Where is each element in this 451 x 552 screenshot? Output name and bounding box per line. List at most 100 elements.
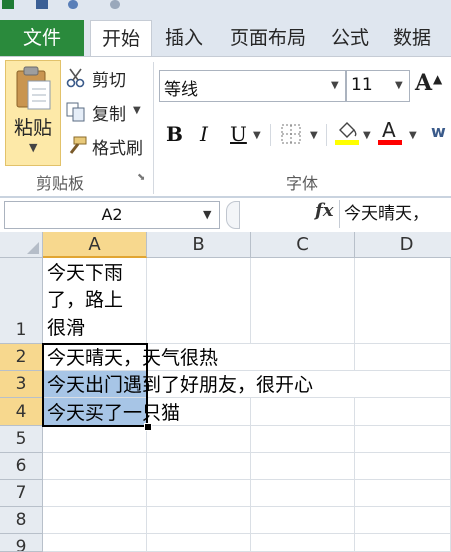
paste-button[interactable]: 粘贴 ▼	[5, 60, 61, 166]
insert-function-icon[interactable]: fx	[315, 200, 333, 221]
cell-d1[interactable]	[355, 258, 451, 344]
cell-b7[interactable]	[147, 480, 251, 507]
row-header-4[interactable]: 4	[0, 398, 43, 426]
column-header-c[interactable]: C	[251, 232, 355, 258]
copy-icon	[66, 102, 85, 122]
chevron-down-icon[interactable]: ▼	[253, 130, 261, 141]
save-icon[interactable]	[36, 0, 48, 9]
name-box-value: A2	[101, 205, 123, 224]
cell-d9[interactable]	[355, 534, 451, 552]
font-color-glyph: A	[382, 118, 396, 142]
cell-d6[interactable]	[355, 453, 451, 480]
cell-d7[interactable]	[355, 480, 451, 507]
chevron-down-icon[interactable]: ▼	[395, 80, 403, 91]
chevron-down-icon[interactable]: ▼	[310, 130, 318, 141]
row-header-9[interactable]: 9	[0, 534, 43, 552]
format-painter-button[interactable]: 格式刷	[66, 134, 148, 159]
cell-c4[interactable]	[251, 398, 355, 426]
cell-b9[interactable]	[147, 534, 251, 552]
tab-file[interactable]: 文件	[0, 20, 84, 56]
cell-b5[interactable]	[147, 426, 251, 453]
cell-d8[interactable]	[355, 507, 451, 534]
tab-page-layout[interactable]: 页面布局	[230, 20, 306, 56]
column-header-b[interactable]: B	[147, 232, 251, 258]
cell-a8[interactable]	[43, 507, 147, 534]
borders-icon[interactable]	[281, 124, 301, 144]
row-header-2[interactable]: 2	[0, 344, 43, 371]
name-box[interactable]: A2	[4, 201, 220, 229]
tab-data[interactable]: 数据	[393, 20, 431, 56]
cell-b1[interactable]	[147, 258, 251, 344]
cell-c1[interactable]	[251, 258, 355, 344]
toolbar-divider	[270, 124, 271, 146]
row-header-5[interactable]: 5	[0, 426, 43, 453]
chevron-down-icon[interactable]: ▼	[203, 208, 211, 221]
cell-d2[interactable]	[355, 344, 451, 371]
cell-a1-line-3: 很滑	[47, 317, 86, 339]
copy-label: 复制	[92, 105, 126, 125]
row-header-8[interactable]: 8	[0, 507, 43, 534]
format-painter-icon	[69, 136, 87, 154]
underline-button[interactable]: U	[230, 122, 247, 146]
italic-button[interactable]: I	[200, 122, 208, 146]
cell-c7[interactable]	[251, 480, 355, 507]
cell-c2[interactable]	[251, 344, 355, 371]
chevron-down-icon: ▼	[29, 141, 38, 154]
formula-divider	[339, 200, 340, 228]
select-all-triangle-icon	[27, 242, 39, 254]
group-divider	[153, 62, 154, 194]
selection-border	[42, 343, 148, 427]
cell-a1-line-2: 了，路上	[47, 289, 124, 311]
row-header-7[interactable]: 7	[0, 480, 43, 507]
font-size-combo[interactable]: 11 ▼	[346, 70, 410, 102]
tab-home[interactable]: 开始	[90, 20, 152, 58]
fill-handle[interactable]	[144, 423, 152, 431]
cell-a5[interactable]	[43, 426, 147, 453]
font-group-label: 字体	[286, 174, 319, 193]
cell-c5[interactable]	[251, 426, 355, 453]
caret-up-icon: ▲	[433, 72, 443, 86]
cell-d5[interactable]	[355, 426, 451, 453]
chevron-down-icon[interactable]: ▼	[409, 130, 417, 141]
clipboard-icon	[16, 66, 51, 110]
chevron-down-icon[interactable]: ▼	[363, 130, 371, 141]
cell-c6[interactable]	[251, 453, 355, 480]
cell-b8[interactable]	[147, 507, 251, 534]
column-header-a[interactable]: A	[43, 232, 147, 258]
phonetic-guide-icon[interactable]: w	[431, 122, 446, 141]
cell-c9[interactable]	[251, 534, 355, 552]
formula-input[interactable]: 今天晴天，	[344, 201, 451, 227]
column-header-d[interactable]: D	[355, 232, 451, 258]
tab-insert[interactable]: 插入	[165, 20, 203, 56]
row-header-1[interactable]: 1	[0, 258, 43, 344]
bold-button[interactable]: B	[166, 122, 183, 146]
grow-font-icon[interactable]: A	[415, 70, 432, 96]
redo-icon[interactable]	[110, 0, 120, 9]
cell-a7[interactable]	[43, 480, 147, 507]
font-color-button[interactable]: A	[378, 118, 404, 146]
formula-bar-resize-handle[interactable]	[226, 201, 240, 229]
copy-button[interactable]: 复制 ▼	[66, 100, 146, 125]
toolbar-divider	[326, 124, 327, 146]
fill-color-icon[interactable]	[334, 120, 360, 146]
cell-b6[interactable]	[147, 453, 251, 480]
dialog-launcher-icon[interactable]: ⬊	[137, 172, 145, 183]
cell-d3[interactable]	[355, 371, 451, 398]
cell-d4[interactable]	[355, 398, 451, 426]
font-name-value: 等线	[164, 80, 198, 100]
font-size-value: 11	[351, 75, 373, 95]
paste-label: 粘贴	[14, 117, 53, 139]
cell-a9[interactable]	[43, 534, 147, 552]
undo-icon[interactable]	[68, 0, 78, 9]
tab-formulas[interactable]: 公式	[331, 20, 369, 56]
row-header-6[interactable]: 6	[0, 453, 43, 480]
row-header-3[interactable]: 3	[0, 371, 43, 398]
chevron-down-icon[interactable]: ▼	[133, 105, 141, 116]
chevron-down-icon[interactable]: ▼	[331, 80, 339, 91]
cell-c8[interactable]	[251, 507, 355, 534]
cell-a6[interactable]	[43, 453, 147, 480]
cut-button[interactable]: 剪切	[66, 66, 146, 91]
clipboard-group-label: 剪贴板	[36, 174, 85, 193]
select-all-corner[interactable]	[0, 232, 43, 258]
font-name-combo[interactable]: 等线 ▼	[159, 70, 346, 102]
